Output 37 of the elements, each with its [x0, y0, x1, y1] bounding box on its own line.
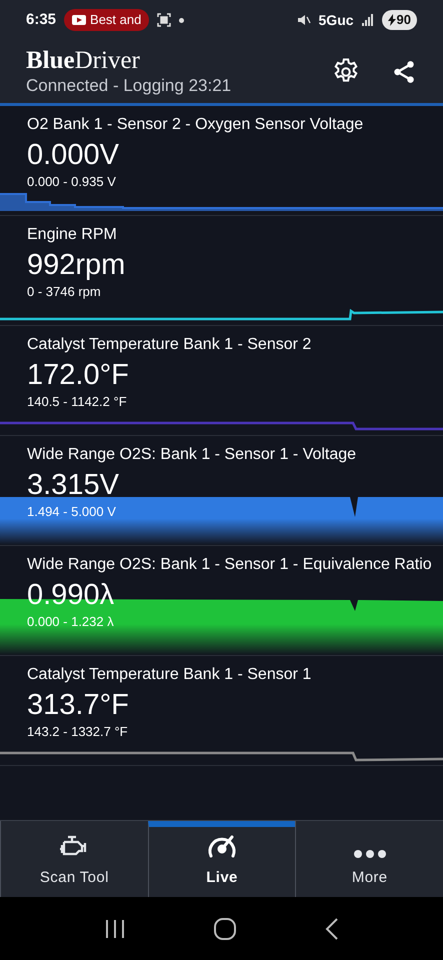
- reading-range: 143.2 - 1332.7 °F: [27, 723, 129, 741]
- reading-name: Engine RPM: [27, 225, 118, 245]
- reading-row[interactable]: O2 Bank 1 - Sensor 2 - Oxygen Sensor Voltage 0.000V 0.000 - 0.935 V: [0, 106, 443, 216]
- reading-range: 0.000 - 1.232 λ: [27, 613, 115, 631]
- battery-indicator: 90: [382, 10, 417, 30]
- reading-range: 140.5 - 1142.2 °F: [27, 393, 128, 411]
- connection-status: Connected - Logging 23:21: [26, 74, 232, 96]
- recents-icon[interactable]: [104, 918, 126, 938]
- reading-name: O2 Bank 1 - Sensor 2 - Oxygen Sensor Voltage: [27, 115, 364, 135]
- reading-value: 313.7°F: [27, 688, 130, 723]
- reading-name: Catalyst Temperature Bank 1 - Sensor 1: [27, 665, 312, 685]
- notification-pill: Best and: [64, 9, 150, 31]
- reading-name: Catalyst Temperature Bank 1 - Sensor 2: [27, 335, 312, 355]
- reading-value: 0.000V: [27, 138, 120, 173]
- reading-range: 1.494 - 5.000 V: [27, 503, 117, 521]
- charging-icon: [388, 14, 396, 26]
- signal-icon: [362, 14, 374, 26]
- reading-row[interactable]: Catalyst Temperature Bank 1 - Sensor 2 172.0°F 140.5 - 1142.2 °F: [0, 326, 443, 436]
- status-time: 6:35: [26, 10, 56, 30]
- home-icon[interactable]: [214, 918, 236, 940]
- more-icon: [352, 848, 387, 858]
- screenshot-icon: [157, 13, 172, 27]
- reading-range: 0.000 - 0.935 V: [27, 173, 117, 191]
- reading-row[interactable]: Catalyst Temperature Bank 1 - Sensor 1 313.7°F 143.2 - 1332.7 °F: [0, 656, 443, 766]
- reading-name: Wide Range O2S: Bank 1 - Sensor 1 - Voltage: [27, 445, 358, 465]
- reading-row[interactable]: Wide Range O2S: Bank 1 - Sensor 1 - Voltage 3.315V 1.494 - 5.000 V: [0, 436, 443, 546]
- reading-value: 172.0°F: [27, 358, 130, 393]
- reading-row[interactable]: Engine RPM 992rpm 0 - 3746 rpm: [0, 216, 443, 326]
- reading-range: 0 - 3746 rpm: [27, 283, 102, 301]
- reading-name: Wide Range O2S: Bank 1 - Sensor 1 - Equivalence Ratio: [27, 555, 433, 575]
- back-icon[interactable]: [324, 918, 339, 940]
- network-type: 5Guc: [318, 10, 354, 30]
- app-logo: BlueDriver: [26, 46, 141, 74]
- mute-icon: [296, 13, 311, 27]
- play-icon: [72, 15, 86, 25]
- reading-value: 992rpm: [27, 248, 126, 283]
- reading-value: 3.315V: [27, 468, 120, 503]
